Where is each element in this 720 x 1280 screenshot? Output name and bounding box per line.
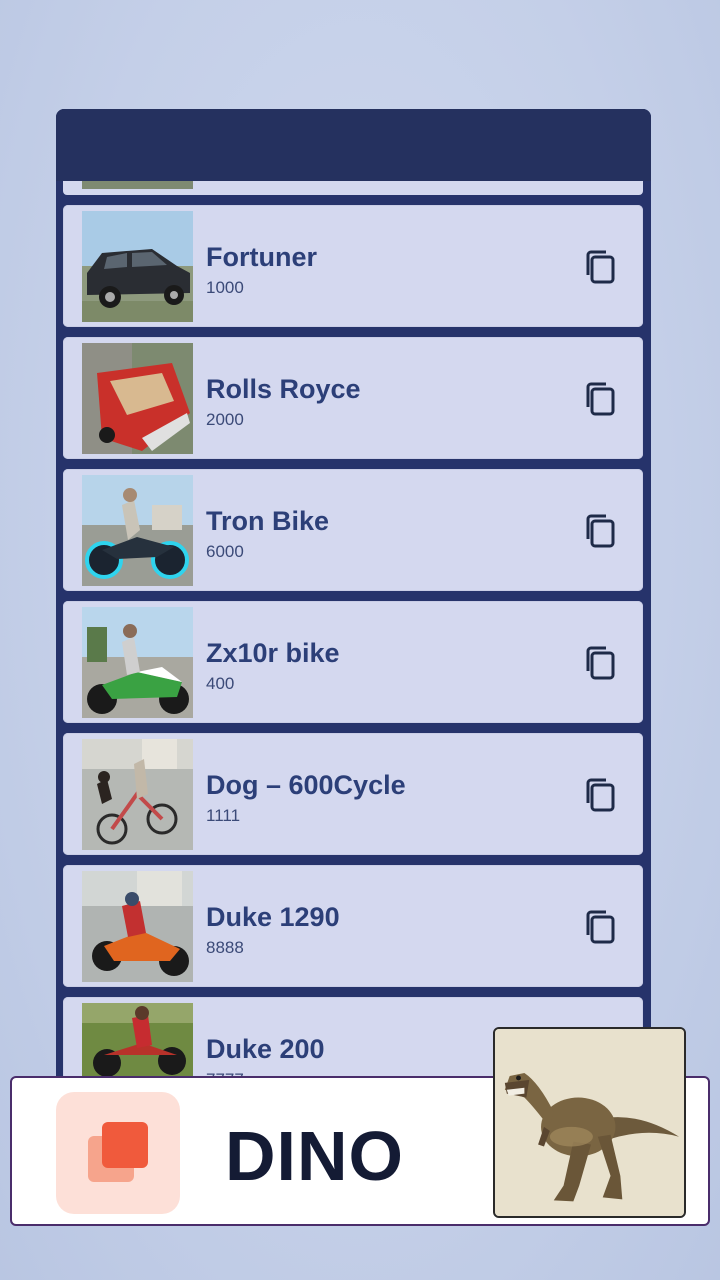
item-code: 8888 (206, 938, 244, 957)
ad-title: DINO (225, 1117, 404, 1195)
item-code: 1000 (206, 278, 244, 297)
item-code: 400 (206, 674, 235, 693)
copy-icon (586, 646, 615, 680)
copy-button[interactable] (583, 248, 619, 286)
item-code: 2000 (206, 410, 244, 429)
red-convertible-thumbnail (82, 343, 193, 454)
list-item[interactable]: Zx10r bike 400 (63, 601, 643, 723)
list-item[interactable]: Rolls Royce 2000 (63, 337, 643, 459)
panel-header (56, 109, 651, 181)
item-code: 6000 (206, 542, 244, 561)
list-item[interactable]: Tron Bike 6000 (63, 469, 643, 591)
dinosaur-image[interactable] (493, 1027, 686, 1218)
dog-cycle-thumbnail (82, 739, 193, 850)
item-title: Dog – 600Cycle (206, 770, 406, 800)
codes-panel: Fortuner 1000 Rolls Royce 2000 Tron Bike… (56, 109, 651, 1109)
item-title: Fortuner (206, 242, 317, 272)
list-item[interactable]: Fortuner 1000 (63, 205, 643, 327)
tron-bike-thumbnail (82, 475, 193, 586)
copy-button[interactable] (583, 512, 619, 550)
copy-icon (586, 514, 615, 548)
copy-button[interactable] (583, 776, 619, 814)
item-title: Zx10r bike (206, 638, 340, 668)
item-code: 1111 (206, 806, 241, 825)
copy-button[interactable] (583, 644, 619, 682)
copy-icon (586, 910, 615, 944)
copy-button[interactable] (583, 908, 619, 946)
black-suv-thumbnail (82, 211, 193, 322)
copy-icon (586, 250, 615, 284)
copy-button[interactable] (583, 380, 619, 418)
list-item[interactable]: Duke 1290 8888 (63, 865, 643, 987)
item-title: Tron Bike (206, 506, 330, 536)
list-item[interactable]: Dog – 600Cycle 1111 (63, 733, 643, 855)
green-sportbike-thumbnail (82, 607, 193, 718)
item-title: Duke 200 (206, 1034, 325, 1064)
list-item-partial (63, 181, 643, 195)
copy-icon (586, 382, 615, 416)
stacked-squares-icon (56, 1092, 180, 1214)
orange-bike-thumbnail (82, 871, 193, 982)
item-title: Duke 1290 (206, 902, 340, 932)
copy-icon (586, 778, 615, 812)
item-title: Rolls Royce (206, 374, 361, 404)
thumbnail-stub (82, 181, 193, 189)
